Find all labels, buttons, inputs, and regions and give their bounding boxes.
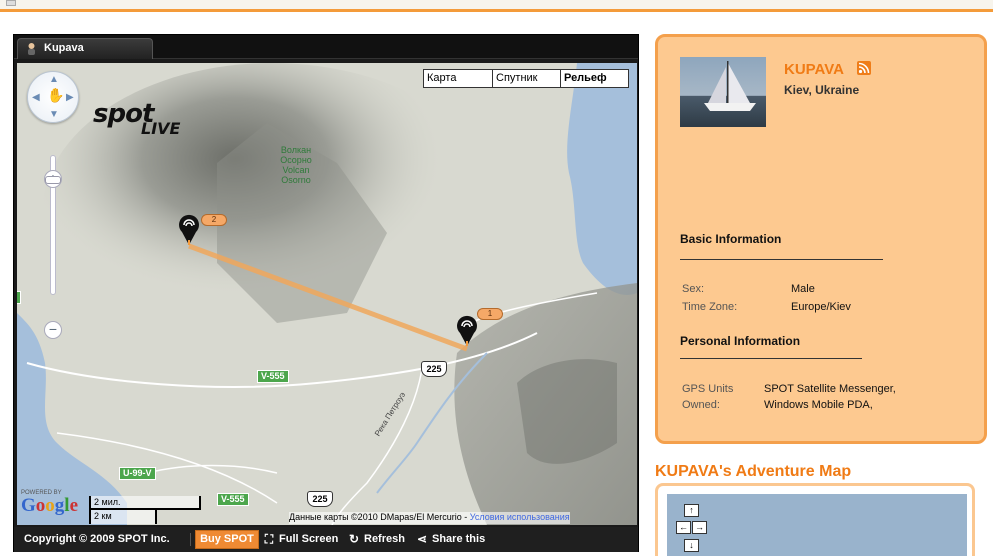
maptype-satellite[interactable]: Спутник: [492, 69, 561, 88]
road-label-edge: [17, 291, 21, 304]
zoom-out-button[interactable]: −: [44, 321, 62, 339]
pan-down-icon[interactable]: ▼: [49, 110, 59, 120]
page: Kupava Карта Спутник Рельеф ▲ ▼ ◀ ▶ ✋ − …: [0, 0, 993, 556]
pan-right-button[interactable]: →: [692, 521, 707, 534]
pan-right-icon[interactable]: ▶: [66, 93, 74, 103]
share-button[interactable]: ⋖ Share this: [415, 527, 485, 552]
marker-1-icon[interactable]: [456, 315, 478, 347]
sailboat-icon: [704, 61, 756, 111]
profile-photo[interactable]: [680, 57, 766, 127]
hand-icon: ✋: [47, 87, 65, 103]
pan-control[interactable]: ▲ ▼ ◀ ▶ ✋: [27, 71, 79, 123]
marker-1-badge: 1: [477, 308, 503, 320]
gps-value: SPOT Satellite Messenger,: [764, 383, 896, 395]
timezone-label: Time Zone:: [682, 301, 738, 313]
marker-2-badge: 2: [201, 214, 227, 226]
route-shield: 225: [421, 361, 447, 377]
terms-link[interactable]: Условия использования: [470, 512, 570, 522]
header-corner-icon: [6, 0, 16, 6]
road-label: V-555: [217, 493, 249, 506]
tab-kupava[interactable]: Kupava: [17, 38, 153, 59]
adventure-map-box: ↑ ← → ↓: [655, 483, 975, 556]
timezone-value: Europe/Kiev: [791, 301, 851, 313]
gps-value: Windows Mobile PDA,: [764, 399, 873, 411]
adventure-map[interactable]: ↑ ← → ↓: [667, 494, 967, 556]
google-logo[interactable]: POWERED BY Google: [21, 490, 87, 520]
map-widget: Kupava Карта Спутник Рельеф ▲ ▼ ◀ ▶ ✋ − …: [13, 34, 639, 552]
fullscreen-icon: ⛶: [264, 532, 274, 546]
maptype-map[interactable]: Карта: [423, 69, 493, 88]
refresh-icon: ↻: [348, 532, 360, 546]
pan-down-button[interactable]: ↓: [684, 539, 699, 552]
basic-info-title: Basic Information: [680, 232, 782, 246]
profile-panel: KUPAVA Kiev, Ukraine Basic Information S…: [655, 34, 987, 444]
spot-live-logo: spot LIVE: [93, 99, 181, 138]
person-icon: [28, 43, 35, 55]
pan-up-icon[interactable]: ▲: [49, 75, 59, 85]
map-attribution: Данные карты ©2010 DMapas/El Mercurio - …: [289, 512, 570, 524]
road-label: U-99-V: [119, 467, 156, 480]
widget-footer: Copyright © 2009 SPOT Inc. Buy SPOT ⛶ Fu…: [14, 527, 638, 552]
marker-2-icon[interactable]: [178, 214, 200, 246]
route-shield: 225: [307, 491, 333, 507]
profile-name[interactable]: KUPAVA: [784, 61, 844, 78]
widget-tabbar: Kupava: [14, 35, 638, 59]
rss-icon[interactable]: [857, 61, 871, 75]
divider: [190, 533, 191, 546]
personal-info-title: Personal Information: [680, 334, 801, 348]
copyright-text: Copyright © 2009 SPOT Inc.: [24, 533, 170, 545]
divider: [680, 358, 862, 359]
pan-left-button[interactable]: ←: [676, 521, 691, 534]
profile-location: Kiev, Ukraine: [784, 83, 860, 97]
sex-label: Sex:: [682, 283, 705, 295]
share-icon: ⋖: [416, 532, 428, 546]
divider: [680, 259, 883, 260]
road-label: V-555: [257, 370, 289, 383]
map-canvas[interactable]: Карта Спутник Рельеф ▲ ▼ ◀ ▶ ✋ + − spot …: [17, 63, 637, 525]
refresh-button[interactable]: ↻ Refresh: [347, 527, 405, 552]
volcano-label: Волкан Осорно Volcan Osorno: [280, 145, 312, 185]
buy-spot-button[interactable]: Buy SPOT: [195, 530, 259, 549]
maptype-terrain[interactable]: Рельеф: [560, 69, 629, 88]
zoom-slider-handle[interactable]: [45, 176, 61, 184]
tab-label: Kupava: [44, 42, 84, 54]
top-header-bar: [0, 0, 993, 12]
sex-value: Male: [791, 283, 815, 295]
gps-label: GPS Units: [682, 383, 734, 395]
gps-label: Owned:: [682, 399, 720, 411]
pan-left-icon[interactable]: ◀: [32, 93, 40, 103]
scale-bar: 2 мил. 2 км: [89, 496, 201, 525]
adventure-map-title: KUPAVA's Adventure Map: [655, 463, 852, 480]
pan-up-button[interactable]: ↑: [684, 504, 699, 517]
fullscreen-button[interactable]: ⛶ Full Screen: [262, 527, 339, 552]
